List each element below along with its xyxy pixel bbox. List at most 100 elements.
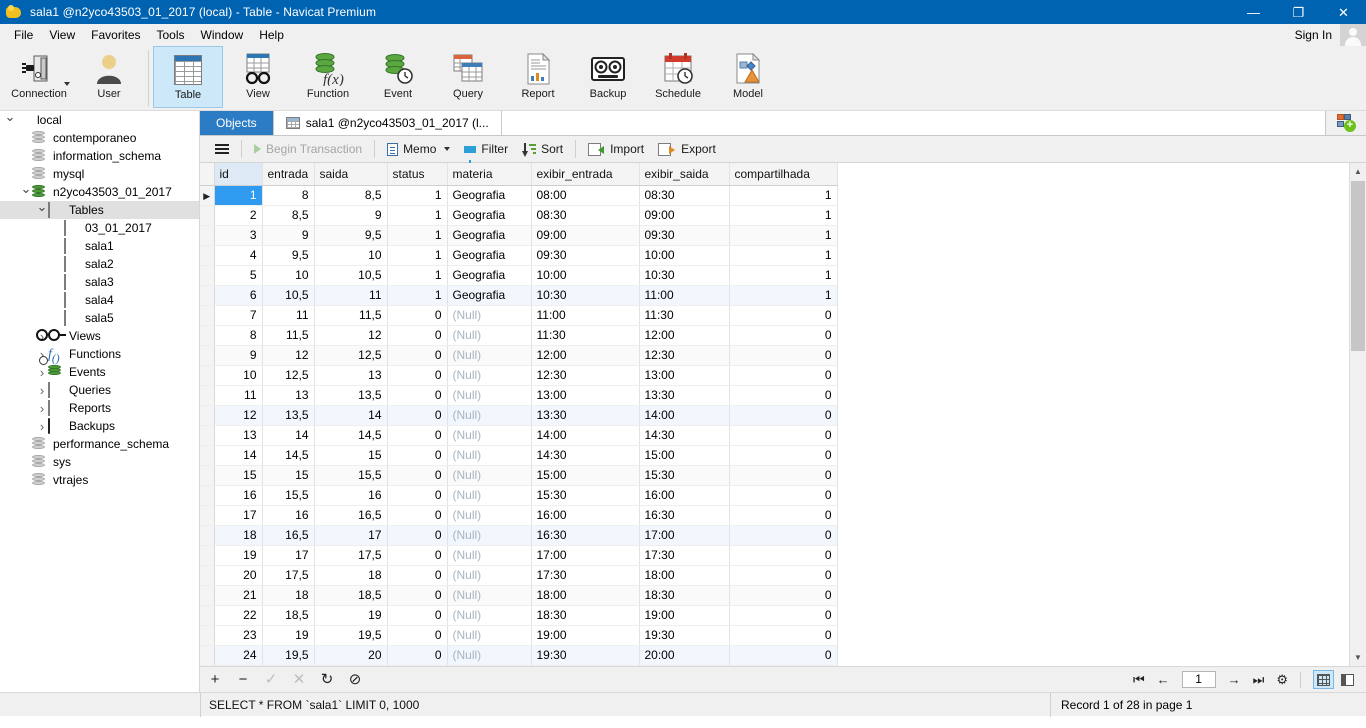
cell-compartilhada[interactable]: 0	[729, 545, 838, 566]
tree-item-03-01-2017[interactable]: 03_01_2017	[0, 219, 199, 237]
row-marker[interactable]	[200, 605, 215, 626]
cell-id[interactable]: 1	[214, 185, 263, 206]
row-marker[interactable]	[200, 485, 215, 506]
tree-item-functions[interactable]: f() Functions	[0, 345, 199, 365]
column-header-id[interactable]: id	[214, 163, 263, 186]
cell-compartilhada[interactable]: 1	[729, 285, 838, 306]
cell-materia[interactable]: (Null)	[447, 625, 532, 646]
cell-exibir_entrada[interactable]: 15:00	[531, 465, 640, 486]
cell-exibir_saida[interactable]: 11:00	[639, 285, 730, 306]
tree-item-contemporaneo[interactable]: contemporaneo	[0, 129, 199, 147]
cell-status[interactable]: 0	[387, 305, 448, 326]
cell-status[interactable]: 0	[387, 385, 448, 406]
row-marker[interactable]	[200, 625, 215, 646]
tree-item-information-schema[interactable]: information_schema	[0, 147, 199, 165]
cell-saida[interactable]: 10,5	[314, 265, 388, 286]
cell-exibir_entrada[interactable]: 14:00	[531, 425, 640, 446]
memo-button[interactable]: Memo	[380, 139, 457, 159]
column-header-compartilhada[interactable]: compartilhada	[729, 163, 838, 186]
cell-saida[interactable]: 17,5	[314, 545, 388, 566]
cell-saida[interactable]: 18	[314, 565, 388, 586]
cell-compartilhada[interactable]: 1	[729, 265, 838, 286]
cell-id[interactable]: 5	[214, 265, 263, 286]
cell-materia[interactable]: Geografia	[447, 245, 532, 266]
cell-compartilhada[interactable]: 0	[729, 505, 838, 526]
cell-entrada[interactable]: 11	[262, 305, 315, 326]
row-marker[interactable]	[200, 365, 215, 386]
menu-tools[interactable]: Tools	[149, 25, 193, 45]
ribbon-query-button[interactable]: Query	[433, 46, 503, 108]
cell-exibir_entrada[interactable]: 09:00	[531, 225, 640, 246]
cell-materia[interactable]: Geografia	[447, 265, 532, 286]
cell-status[interactable]: 0	[387, 525, 448, 546]
cell-status[interactable]: 0	[387, 465, 448, 486]
cell-saida[interactable]: 20	[314, 645, 388, 666]
cell-exibir_saida[interactable]: 18:30	[639, 585, 730, 606]
row-marker[interactable]	[200, 385, 215, 406]
new-object-button[interactable]: +	[1326, 111, 1366, 135]
table-row[interactable]: ▶ 1 8 8,5 1 Geografia 08:00 08:30 1	[200, 185, 838, 206]
cell-materia[interactable]: (Null)	[447, 565, 532, 586]
cell-saida[interactable]: 8,5	[314, 185, 388, 206]
delete-record-button[interactable]: −	[236, 672, 250, 687]
cell-materia[interactable]: (Null)	[447, 385, 532, 406]
cell-compartilhada[interactable]: 0	[729, 585, 838, 606]
cell-exibir_entrada[interactable]: 08:30	[531, 205, 640, 226]
cell-exibir_saida[interactable]: 16:00	[639, 485, 730, 506]
table-row[interactable]: 24 19,5 20 0 (Null) 19:30 20:00 0	[200, 645, 838, 666]
cell-exibir_entrada[interactable]: 18:30	[531, 605, 640, 626]
close-button[interactable]: ✕	[1321, 0, 1366, 24]
cell-exibir_entrada[interactable]: 11:00	[531, 305, 640, 326]
cell-status[interactable]: 1	[387, 185, 448, 206]
cell-compartilhada[interactable]: 0	[729, 405, 838, 426]
avatar[interactable]	[1340, 24, 1366, 46]
stop-button[interactable]: ⊘	[348, 672, 362, 687]
tree-expander[interactable]	[36, 365, 48, 380]
cell-exibir_entrada[interactable]: 10:30	[531, 285, 640, 306]
cell-entrada[interactable]: 17,5	[262, 565, 315, 586]
cell-saida[interactable]: 16	[314, 485, 388, 506]
cell-entrada[interactable]: 10,5	[262, 285, 315, 306]
cell-entrada[interactable]: 9	[262, 225, 315, 246]
ribbon-connection-button[interactable]: Connection	[4, 46, 74, 108]
tree-item-performance-schema[interactable]: performance_schema	[0, 435, 199, 453]
row-marker[interactable]	[200, 405, 215, 426]
table-row[interactable]: 20 17,5 18 0 (Null) 17:30 18:00 0	[200, 565, 838, 586]
cell-status[interactable]: 1	[387, 265, 448, 286]
row-marker[interactable]	[200, 545, 215, 566]
menu-view[interactable]: View	[41, 25, 83, 45]
cell-exibir_saida[interactable]: 12:30	[639, 345, 730, 366]
tree-item-backups[interactable]: Backups	[0, 417, 199, 435]
column-header-exibir_entrada[interactable]: exibir_entrada	[531, 163, 640, 186]
tab-table-sala1[interactable]: sala1 @n2yco43503_01_2017 (l...	[273, 111, 502, 135]
table-row[interactable]: 5 10 10,5 1 Geografia 10:00 10:30 1	[200, 265, 838, 286]
cell-compartilhada[interactable]: 0	[729, 365, 838, 386]
cell-exibir_entrada[interactable]: 12:30	[531, 365, 640, 386]
cell-materia[interactable]: (Null)	[447, 605, 532, 626]
tree-item-n2yco43503-01-2017[interactable]: n2yco43503_01_2017	[0, 183, 199, 201]
ribbon-backup-button[interactable]: Backup	[573, 46, 643, 108]
cell-compartilhada[interactable]: 0	[729, 465, 838, 486]
row-marker[interactable]	[200, 205, 215, 226]
cell-entrada[interactable]: 12,5	[262, 365, 315, 386]
tree-item-sala1[interactable]: sala1	[0, 237, 199, 255]
cell-status[interactable]: 0	[387, 445, 448, 466]
cell-compartilhada[interactable]: 0	[729, 605, 838, 626]
data-grid-scroll[interactable]: id entrada saida status materia exibir_entrad…	[200, 163, 1349, 666]
page-number-input[interactable]: 1	[1181, 671, 1216, 688]
tree-expander[interactable]	[36, 383, 48, 398]
cell-entrada[interactable]: 19	[262, 625, 315, 646]
cell-materia[interactable]: (Null)	[447, 425, 532, 446]
cell-compartilhada[interactable]: 0	[729, 345, 838, 366]
cell-exibir_entrada[interactable]: 17:30	[531, 565, 640, 586]
cell-entrada[interactable]: 13	[262, 385, 315, 406]
cell-compartilhada[interactable]: 0	[729, 325, 838, 346]
table-row[interactable]: 17 16 16,5 0 (Null) 16:00 16:30 0	[200, 505, 838, 526]
begin-transaction-button[interactable]: Begin Transaction	[247, 139, 369, 159]
cell-materia[interactable]: (Null)	[447, 345, 532, 366]
menu-window[interactable]: Window	[193, 25, 252, 45]
cell-saida[interactable]: 17	[314, 525, 388, 546]
cell-exibir_entrada[interactable]: 13:00	[531, 385, 640, 406]
ribbon-event-button[interactable]: Event	[363, 46, 433, 108]
cell-saida[interactable]: 19	[314, 605, 388, 626]
